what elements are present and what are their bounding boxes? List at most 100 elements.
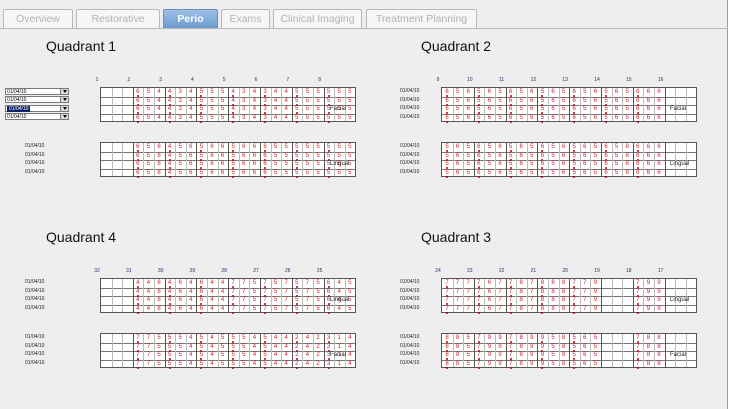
measurement-cell[interactable]: 5 <box>559 97 569 105</box>
measurement-cell[interactable]: 5 <box>612 152 622 160</box>
measurement-cell[interactable]: 7 <box>239 305 249 313</box>
measurement-cell[interactable]: 4 <box>281 360 291 368</box>
measurement-cell[interactable]: 9 <box>527 343 537 351</box>
measurement-cell[interactable]: 9 <box>654 305 664 313</box>
measurement-cell[interactable]: 6 <box>463 88 473 96</box>
measurement-cell[interactable]: 5 <box>463 160 473 168</box>
measurement-cell[interactable]: 6 <box>548 105 558 113</box>
measurement-cell[interactable]: 5 <box>302 88 312 96</box>
measurement-cell[interactable]: 5 <box>143 88 153 96</box>
measurement-cell[interactable]: 5 <box>271 169 281 177</box>
measurement-cell[interactable]: 4 <box>281 105 291 113</box>
measurement-cell[interactable]: 4 <box>281 343 291 351</box>
measurement-cell[interactable]: 4 <box>207 343 217 351</box>
measurement-cell[interactable]: 6 <box>654 143 664 151</box>
chevron-down-icon[interactable] <box>60 114 68 119</box>
measurement-cell[interactable]: 9 <box>484 351 494 359</box>
measurement-cell[interactable]: 6 <box>239 143 249 151</box>
measurement-cell[interactable]: 5 <box>271 279 281 287</box>
measurement-cell[interactable]: 5 <box>334 114 344 122</box>
measurement-cell[interactable]: 8 <box>559 334 569 342</box>
measurement-cell[interactable]: 5 <box>463 351 473 359</box>
measurement-cell[interactable]: 4 <box>302 360 312 368</box>
measurement-cell[interactable]: 6 <box>580 160 590 168</box>
measurement-cell[interactable]: 7 <box>463 279 473 287</box>
measurement-cell[interactable]: 6 <box>527 114 537 122</box>
measurement-cell[interactable]: 7 <box>302 296 312 304</box>
measurement-cell[interactable]: 5 <box>249 296 259 304</box>
measurement-cell[interactable]: 5 <box>612 160 622 168</box>
measurement-cell[interactable]: 5 <box>207 88 217 96</box>
measurement-cell[interactable]: 5 <box>249 279 259 287</box>
measurement-cell[interactable]: 4 <box>271 114 281 122</box>
measurement-cell[interactable]: 5 <box>495 97 505 105</box>
measurement-cell[interactable]: 4 <box>281 114 291 122</box>
measurement-cell[interactable]: 6 <box>580 334 590 342</box>
measurement-cell[interactable]: 5 <box>175 334 185 342</box>
measurement-cell[interactable]: 6 <box>612 114 622 122</box>
measurement-cell[interactable]: 6 <box>186 143 196 151</box>
measurement-cell[interactable]: 6 <box>527 97 537 105</box>
measurement-cell[interactable]: 5 <box>345 305 355 313</box>
measurement-cell[interactable]: 5 <box>463 334 473 342</box>
measurement-cell[interactable]: 5 <box>143 143 153 151</box>
measurement-cell[interactable]: 8 <box>643 351 653 359</box>
measurement-cell[interactable]: 7 <box>463 288 473 296</box>
measurement-cell[interactable]: 5 <box>590 360 600 368</box>
measurement-cell[interactable]: 8 <box>516 343 526 351</box>
measurement-cell[interactable]: 3 <box>239 88 249 96</box>
measurement-cell[interactable]: 5 <box>527 143 537 151</box>
measurement-cell[interactable]: 8 <box>154 288 164 296</box>
measurement-cell[interactable]: 5 <box>207 105 217 113</box>
measurement-cell[interactable]: 6 <box>643 88 653 96</box>
measurement-cell[interactable]: 4 <box>345 360 355 368</box>
measurement-cell[interactable]: 5 <box>590 160 600 168</box>
measurement-cell[interactable]: 3 <box>175 88 185 96</box>
measurement-cell[interactable]: 5 <box>313 279 323 287</box>
measurement-cell[interactable]: 5 <box>334 97 344 105</box>
measurement-cell[interactable]: 5 <box>548 360 558 368</box>
measurement-cell[interactable]: 4 <box>207 305 217 313</box>
measurement-cell[interactable]: 5 <box>302 143 312 151</box>
chevron-down-icon[interactable] <box>60 97 68 102</box>
measurement-cell[interactable]: 8 <box>154 305 164 313</box>
measurement-cell[interactable]: 5 <box>463 360 473 368</box>
measurement-cell[interactable]: 8 <box>516 351 526 359</box>
measurement-cell[interactable]: 9 <box>643 279 653 287</box>
measurement-cell[interactable]: 5 <box>207 97 217 105</box>
measurement-cell[interactable]: 5 <box>495 114 505 122</box>
measurement-cell[interactable]: 7 <box>580 305 590 313</box>
measurement-cell[interactable]: 8 <box>559 343 569 351</box>
measurement-cell[interactable]: 3 <box>239 114 249 122</box>
measurement-cell[interactable]: 6 <box>484 114 494 122</box>
measurement-cell[interactable]: 4 <box>186 97 196 105</box>
measurement-cell[interactable]: 8 <box>559 360 569 368</box>
measurement-cell[interactable]: 6 <box>516 143 526 151</box>
measurement-cell[interactable]: 5 <box>239 334 249 342</box>
measurement-cell[interactable]: 4 <box>207 334 217 342</box>
measurement-cell[interactable]: 5 <box>334 143 344 151</box>
measurement-cell[interactable]: 5 <box>313 143 323 151</box>
measurement-cell[interactable]: 4 <box>143 305 153 313</box>
measurement-cell[interactable]: 5 <box>218 351 228 359</box>
measurement-cell[interactable]: 5 <box>484 169 494 177</box>
measurement-cell[interactable]: 4 <box>207 296 217 304</box>
measurement-cell[interactable]: 6 <box>643 152 653 160</box>
measurement-cell[interactable]: 5 <box>484 160 494 168</box>
measurement-cell[interactable]: 8 <box>516 279 526 287</box>
measurement-cell[interactable]: 5 <box>590 169 600 177</box>
measurement-cell[interactable]: 9 <box>654 296 664 304</box>
measurement-cell[interactable]: 5 <box>271 143 281 151</box>
measurement-cell[interactable]: 8 <box>516 360 526 368</box>
measurement-cell[interactable]: 7 <box>302 288 312 296</box>
measurement-cell[interactable]: 6 <box>580 143 590 151</box>
measurement-cell[interactable]: 5 <box>154 343 164 351</box>
measurement-cell[interactable]: 5 <box>548 143 558 151</box>
measurement-cell[interactable]: 5 <box>334 169 344 177</box>
measurement-cell[interactable]: 6 <box>249 152 259 160</box>
measurement-cell[interactable]: 2 <box>313 360 323 368</box>
measurement-cell[interactable]: 4 <box>271 88 281 96</box>
measurement-cell[interactable]: 6 <box>654 97 664 105</box>
measurement-cell[interactable]: 6 <box>643 143 653 151</box>
measurement-cell[interactable]: 9 <box>527 360 537 368</box>
